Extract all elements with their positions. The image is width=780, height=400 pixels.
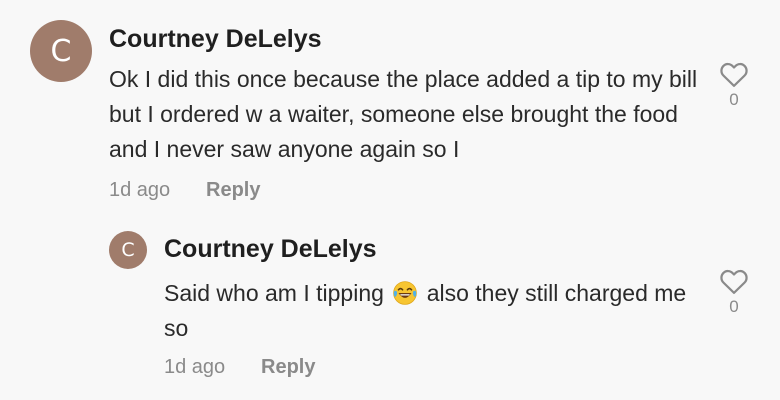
comment-item: C Courtney DeLelys Ok I did this once be… — [0, 0, 780, 215]
like-button[interactable]: 0 — [714, 60, 754, 110]
avatar[interactable]: C — [109, 231, 147, 269]
reply-button[interactable]: Reply — [206, 179, 260, 202]
comment-timestamp: 1d ago — [109, 179, 171, 201]
avatar[interactable]: C — [30, 20, 92, 82]
like-count: 0 — [729, 297, 739, 316]
heart-icon — [720, 269, 748, 294]
avatar-letter: C — [50, 33, 72, 69]
avatar-letter: C — [121, 239, 135, 261]
comment-timestamp: 1d ago — [164, 356, 226, 378]
comment-author[interactable]: Courtney DeLelys — [164, 235, 377, 264]
face-with-tears-of-joy-icon — [393, 281, 418, 305]
comment-text-part: Said who am I tipping — [164, 280, 384, 306]
like-count: 0 — [729, 90, 739, 109]
comment-author[interactable]: Courtney DeLelys — [109, 25, 322, 54]
like-button[interactable]: 0 — [714, 267, 754, 317]
reply-button[interactable]: Reply — [261, 356, 315, 379]
comment-text: Ok I did this once because the place add… — [109, 66, 698, 162]
comment-text: Said who am I tipping also they still ch… — [164, 276, 694, 346]
heart-icon — [720, 62, 748, 87]
reply-comment-item: C Courtney DeLelys Said who am I tipping… — [0, 215, 780, 400]
